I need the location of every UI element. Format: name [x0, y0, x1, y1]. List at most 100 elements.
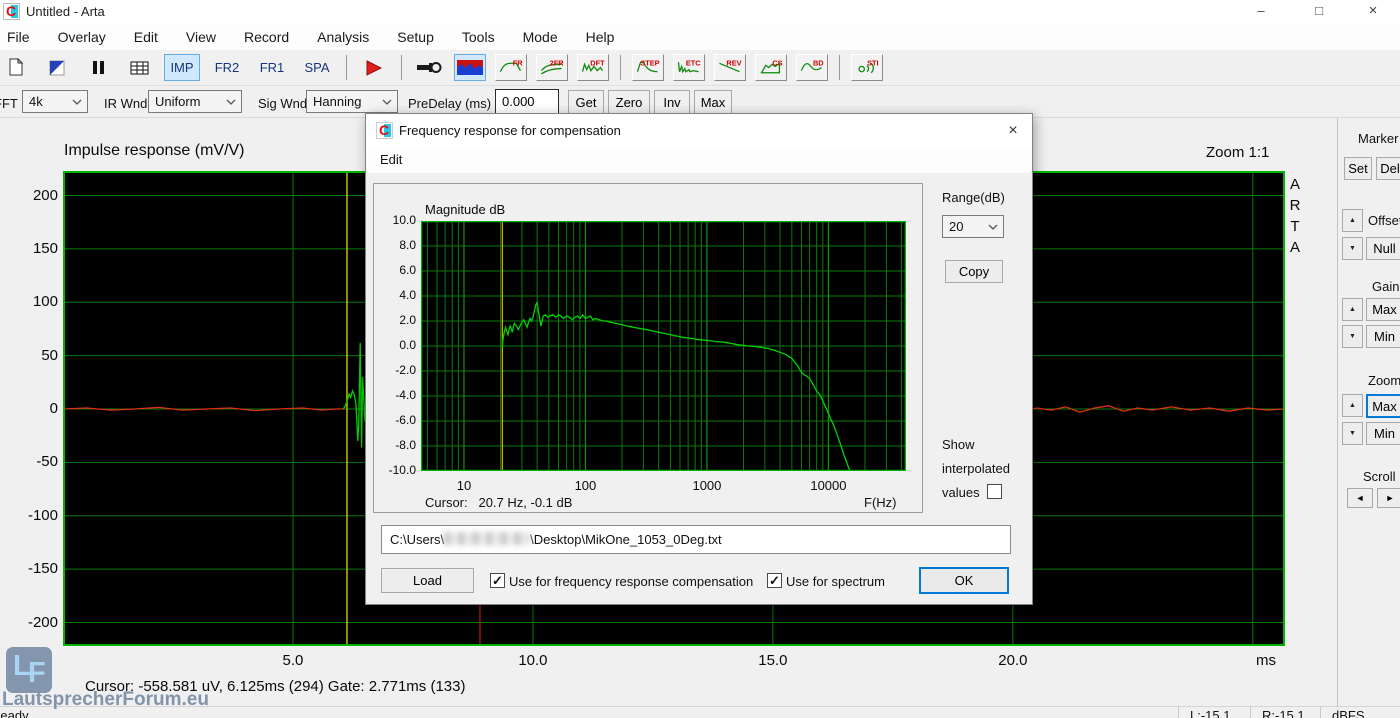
svg-text:CS: CS — [772, 58, 782, 67]
zoom-min-button[interactable]: Min — [1366, 422, 1400, 445]
status-field: dBFS — [1332, 708, 1365, 718]
analysis-button-cs[interactable]: CS — [755, 54, 787, 81]
mode-button-fr1[interactable]: FR1 — [254, 54, 290, 81]
chevron-down-icon — [988, 224, 998, 230]
analysis-button-dft[interactable]: DFT — [577, 54, 609, 81]
svg-text:BD: BD — [813, 58, 824, 67]
maximize-button[interactable]: □ — [1296, 0, 1342, 23]
generator-icon[interactable] — [413, 54, 445, 81]
irwnd-label: IR Wnd — [104, 96, 147, 111]
axis-tick-label: 15.0 — [749, 652, 797, 669]
show-interpolated-checkbox[interactable] — [987, 484, 1002, 499]
gain-max-button[interactable]: Max — [1366, 298, 1400, 321]
offset-down-button[interactable]: ▼ — [1342, 237, 1363, 260]
axis-tick-label: -200 — [4, 614, 58, 631]
magnitude-chart-title: Magnitude dB — [425, 202, 505, 217]
status-separator — [1320, 707, 1321, 718]
svg-text:ETC: ETC — [686, 58, 701, 67]
zoom-max-button[interactable]: Max — [1366, 394, 1400, 418]
ir-window-select[interactable]: Uniform — [148, 90, 242, 113]
table-icon[interactable] — [123, 54, 155, 81]
axis-tick-label: -50 — [4, 453, 58, 470]
marker-set-button[interactable]: Set — [1344, 157, 1372, 180]
axis-tick-label: 0 — [4, 400, 58, 417]
axis-tick-label: 6.0 — [376, 263, 416, 277]
mode-button-imp[interactable]: IMP — [164, 54, 200, 81]
mode-button-fr2[interactable]: FR2 — [209, 54, 245, 81]
gain-down-button[interactable]: ▼ — [1342, 325, 1363, 348]
menu-item-view[interactable]: View — [172, 29, 230, 45]
zero-button[interactable]: Zero — [608, 90, 650, 114]
mode-button-spa[interactable]: SPA — [299, 54, 335, 81]
offset-null-button[interactable]: Null — [1366, 237, 1400, 260]
toolbar-separator — [839, 55, 840, 80]
axis-tick-label: 10000 — [798, 478, 858, 493]
forum-watermark-text: LautsprecherForum.eu — [2, 689, 209, 711]
offset-up-button[interactable]: ▲ — [1342, 209, 1363, 232]
gain-up-button[interactable]: ▲ — [1342, 298, 1363, 321]
minimize-button[interactable]: – — [1238, 0, 1284, 23]
axis-tick-label: 2.0 — [376, 313, 416, 327]
svg-text:STEP: STEP — [640, 58, 659, 67]
predelay-input[interactable] — [495, 89, 559, 114]
axis-tick-label: -150 — [4, 560, 58, 577]
menu-item-mode[interactable]: Mode — [509, 29, 572, 45]
analysis-button-2fr[interactable]: 2FR — [536, 54, 568, 81]
gain-min-button[interactable]: Min — [1366, 325, 1400, 348]
status-separator — [1178, 707, 1179, 718]
svg-text:FR: FR — [513, 58, 524, 67]
ok-button[interactable]: OK — [919, 567, 1009, 594]
dialog-close-icon[interactable]: × — [1002, 120, 1024, 142]
copy-button[interactable]: Copy — [945, 260, 1003, 283]
use-for-spectrum-checkbox[interactable]: ✓ — [767, 573, 782, 588]
analysis-button-etc[interactable]: ETC — [673, 54, 705, 81]
analysis-button-fr[interactable]: FR — [495, 54, 527, 81]
menubar: FileOverlayEditViewRecordAnalysisSetupTo… — [0, 23, 1400, 50]
zoom-up-button[interactable]: ▲ — [1342, 394, 1363, 417]
new-document-icon[interactable] — [0, 54, 32, 81]
use-for-compensation-checkbox[interactable]: ✓ — [490, 573, 505, 588]
x-unit-label: ms — [1256, 652, 1276, 669]
play-icon[interactable] — [358, 54, 390, 81]
axis-tick-label: -10.0 — [376, 463, 416, 477]
max-button[interactable]: Max — [694, 90, 732, 114]
zoom-down-button[interactable]: ▼ — [1342, 422, 1363, 445]
menu-item-file[interactable]: File — [0, 29, 44, 45]
magnitude-plot[interactable] — [421, 221, 906, 471]
scroll-right-button[interactable]: ► — [1377, 488, 1400, 508]
scroll-left-button[interactable]: ◄ — [1347, 488, 1373, 508]
axis-tick-label: 150 — [4, 240, 58, 257]
inv-button[interactable]: Inv — [654, 90, 690, 114]
show-interpolated-label: Show — [942, 437, 975, 452]
svg-text:DFT: DFT — [590, 58, 605, 67]
menu-item-edit[interactable]: Edit — [120, 29, 172, 45]
load-button[interactable]: Load — [381, 568, 474, 593]
dialog-menu-edit[interactable]: Edit — [380, 152, 402, 167]
menu-item-tools[interactable]: Tools — [448, 29, 509, 45]
status-field: L:-15.1 — [1190, 708, 1230, 718]
menu-item-record[interactable]: Record — [230, 29, 303, 45]
menu-item-analysis[interactable]: Analysis — [303, 29, 383, 45]
axis-tick-label: -8.0 — [376, 438, 416, 452]
axis-tick-label: 20.0 — [989, 652, 1037, 669]
range-db-select[interactable]: 20 — [942, 215, 1004, 238]
axis-tick-label: 50 — [4, 347, 58, 364]
menu-item-help[interactable]: Help — [572, 29, 629, 45]
menu-item-setup[interactable]: Setup — [383, 29, 448, 45]
analysis-button-rev[interactable]: REV — [714, 54, 746, 81]
split-view-icon[interactable] — [41, 54, 73, 81]
axis-tick-label: -100 — [4, 507, 58, 524]
file-path-field[interactable]: C:\Users\\Desktop\MikOne_1053_0Deg.txt — [381, 525, 1011, 554]
signal-window-select[interactable]: Hanning — [306, 90, 398, 113]
pause-icon[interactable] — [82, 54, 114, 81]
marker-del-button[interactable]: Del — [1376, 157, 1400, 180]
close-button[interactable]: × — [1350, 0, 1396, 23]
get-button[interactable]: Get — [568, 90, 604, 114]
analysis-button-step[interactable]: STEP — [632, 54, 664, 81]
fft-size-select[interactable]: 4k — [22, 90, 88, 113]
signal-record-icon[interactable] — [454, 54, 486, 81]
axis-tick-label: -6.0 — [376, 413, 416, 427]
analysis-button-sti[interactable]: STI — [851, 54, 883, 81]
menu-item-overlay[interactable]: Overlay — [44, 29, 120, 45]
analysis-button-bd[interactable]: BD — [796, 54, 828, 81]
